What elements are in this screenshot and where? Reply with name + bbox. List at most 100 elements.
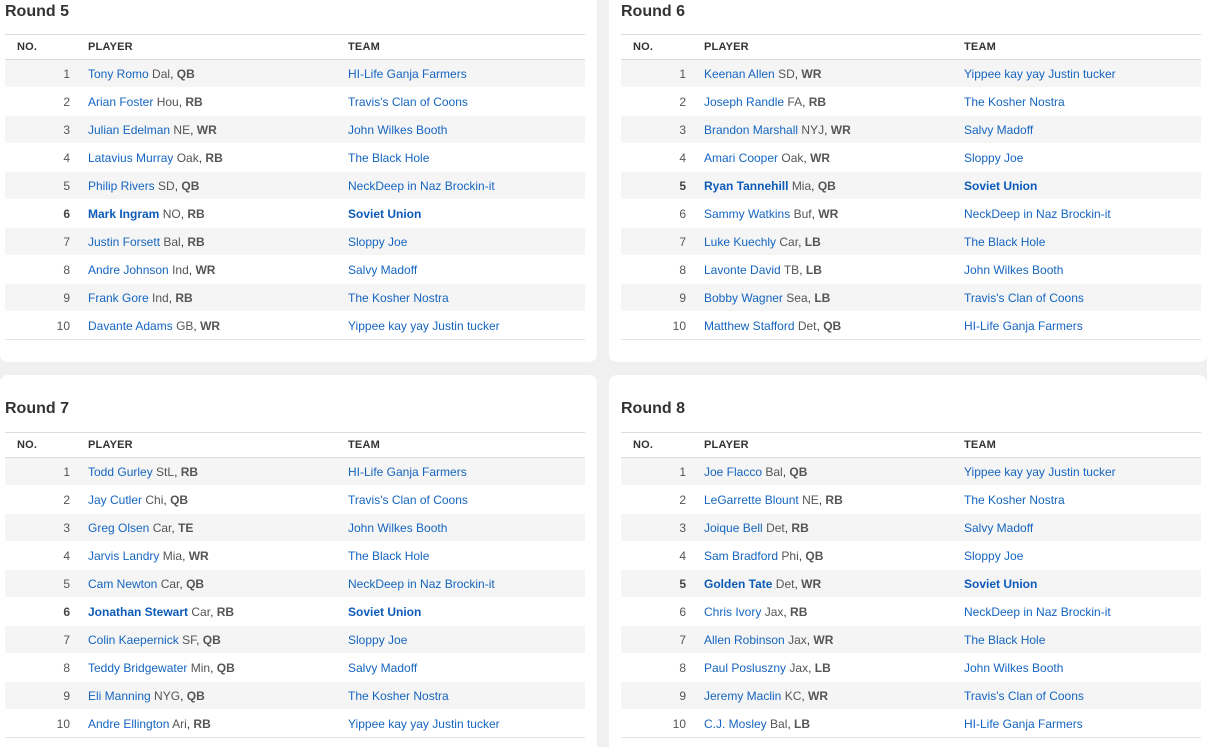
team-link[interactable]: NeckDeep in Naz Brockin-it [964, 605, 1111, 619]
player-link[interactable]: Golden Tate [704, 577, 772, 591]
team-link[interactable]: The Kosher Nostra [348, 291, 449, 305]
player-link[interactable]: Matthew Stafford [704, 319, 795, 333]
player-link[interactable]: C.J. Mosley [704, 717, 767, 731]
team-link[interactable]: Yippee kay yay Justin tucker [348, 319, 500, 333]
team-link[interactable]: The Kosher Nostra [964, 493, 1065, 507]
team-link[interactable]: Soviet Union [964, 179, 1037, 193]
team-link[interactable]: Travis's Clan of Coons [964, 291, 1084, 305]
header-row: NO. PLAYER TEAM [621, 432, 1201, 458]
player-link[interactable]: Teddy Bridgewater [88, 661, 187, 675]
player-link[interactable]: Amari Cooper [704, 151, 778, 165]
player-link[interactable]: Luke Kuechly [704, 235, 776, 249]
player-link[interactable]: Andre Ellington [88, 717, 169, 731]
team-link[interactable]: The Kosher Nostra [964, 95, 1065, 109]
player-position: RB [205, 150, 223, 165]
team-link[interactable]: The Black Hole [348, 151, 429, 165]
team-link[interactable]: Sloppy Joe [348, 235, 407, 249]
team-link[interactable]: HI-Life Ganja Farmers [964, 319, 1083, 333]
player-link[interactable]: Cam Newton [88, 577, 157, 591]
team-link[interactable]: HI-Life Ganja Farmers [348, 67, 467, 81]
team-link[interactable]: John Wilkes Booth [348, 123, 447, 137]
team-link[interactable]: Yippee kay yay Justin tucker [964, 67, 1116, 81]
player-link[interactable]: Davante Adams [88, 319, 173, 333]
team-link[interactable]: NeckDeep in Naz Brockin-it [348, 577, 495, 591]
team-link[interactable]: Yippee kay yay Justin tucker [964, 465, 1116, 479]
player-team-abbr: Min [190, 660, 211, 675]
table-row: 10 C.J. Mosley Bal, LB HI-Life Ganja Farme… [621, 709, 1201, 738]
team-link[interactable]: NeckDeep in Naz Brockin-it [348, 179, 495, 193]
team-link[interactable]: Salvy Madoff [964, 123, 1033, 137]
player-link[interactable]: Chris Ivory [704, 605, 761, 619]
player-link[interactable]: Ryan Tannehill [704, 179, 788, 193]
player-link[interactable]: Philip Rivers [88, 179, 155, 193]
team-link[interactable]: The Black Hole [964, 235, 1045, 249]
player-link[interactable]: Jeremy Maclin [704, 689, 781, 703]
team-link[interactable]: John Wilkes Booth [964, 263, 1063, 277]
player-link[interactable]: Julian Edelman [88, 123, 170, 137]
player-link[interactable]: Jonathan Stewart [88, 605, 188, 619]
player-link[interactable]: Todd Gurley [88, 465, 153, 479]
player-cell: Frank Gore Ind, RB [88, 283, 348, 312]
table-row: 3 Julian Edelman NE, WR John Wilkes Booth [5, 115, 585, 144]
team-link[interactable]: The Kosher Nostra [348, 689, 449, 703]
player-link[interactable]: Paul Posluszny [704, 661, 786, 675]
team-link[interactable]: NeckDeep in Naz Brockin-it [964, 207, 1111, 221]
round-title: Round 8 [621, 400, 685, 417]
player-link[interactable]: Brandon Marshall [704, 123, 798, 137]
table-row: 6 Chris Ivory Jax, RB NeckDeep in Naz Broc… [621, 597, 1201, 626]
team-link[interactable]: Sloppy Joe [348, 633, 407, 647]
pick-number: 10 [621, 311, 704, 340]
player-link[interactable]: Joique Bell [704, 521, 763, 535]
team-link[interactable]: Salvy Madoff [348, 263, 417, 277]
team-link[interactable]: Sloppy Joe [964, 151, 1023, 165]
team-link[interactable]: Soviet Union [348, 605, 421, 619]
player-link[interactable]: Tony Romo [88, 67, 149, 81]
team-link[interactable]: The Black Hole [348, 549, 429, 563]
player-link[interactable]: Sam Bradford [704, 549, 778, 563]
team-link[interactable]: Salvy Madoff [348, 661, 417, 675]
pick-number: 5 [621, 569, 704, 598]
team-link[interactable]: John Wilkes Booth [348, 521, 447, 535]
pick-number: 8 [5, 653, 88, 682]
player-link[interactable]: Bobby Wagner [704, 291, 783, 305]
player-link[interactable]: Lavonte David [704, 263, 781, 277]
player-link[interactable]: Eli Manning [88, 689, 151, 703]
player-link[interactable]: Joseph Randle [704, 95, 784, 109]
team-link[interactable]: Soviet Union [964, 577, 1037, 591]
team-cell: Soviet Union [348, 597, 585, 626]
player-link[interactable]: Andre Johnson [88, 263, 169, 277]
player-team-abbr: Car [160, 576, 180, 591]
player-link[interactable]: Mark Ingram [88, 207, 159, 221]
player-link[interactable]: Allen Robinson [704, 633, 785, 647]
team-link[interactable]: HI-Life Ganja Farmers [348, 465, 467, 479]
team-link[interactable]: Soviet Union [348, 207, 421, 221]
player-link[interactable]: Justin Forsett [88, 235, 160, 249]
team-link[interactable]: The Black Hole [964, 633, 1045, 647]
team-link[interactable]: John Wilkes Booth [964, 661, 1063, 675]
player-link[interactable]: Arian Foster [88, 95, 153, 109]
team-link[interactable]: Sloppy Joe [964, 549, 1023, 563]
player-position: WR [813, 632, 834, 647]
player-link[interactable]: LeGarrette Blount [704, 493, 799, 507]
round-panel: Round 5 NO. PLAYER TEAM 1 Tony Romo Dal, QB H… [0, 0, 597, 362]
draft-picks-table: NO. PLAYER TEAM 1 Keenan Allen SD, WR Yippee … [621, 34, 1201, 340]
player-link[interactable]: Frank Gore [88, 291, 149, 305]
player-link[interactable]: Latavius Murray [88, 151, 173, 165]
player-cell: Mark Ingram NO, RB [88, 199, 348, 228]
player-team-abbr: NO [162, 206, 181, 221]
pick-number: 4 [621, 143, 704, 172]
team-link[interactable]: Travis's Clan of Coons [348, 95, 468, 109]
player-link[interactable]: Jarvis Landry [88, 549, 159, 563]
player-link[interactable]: Keenan Allen [704, 67, 775, 81]
player-cell: C.J. Mosley Bal, LB [704, 709, 964, 738]
player-link[interactable]: Colin Kaepernick [88, 633, 179, 647]
player-link[interactable]: Sammy Watkins [704, 207, 790, 221]
player-link[interactable]: Greg Olsen [88, 521, 149, 535]
team-link[interactable]: Travis's Clan of Coons [348, 493, 468, 507]
team-link[interactable]: Yippee kay yay Justin tucker [348, 717, 500, 731]
team-link[interactable]: Travis's Clan of Coons [964, 689, 1084, 703]
player-link[interactable]: Joe Flacco [704, 465, 762, 479]
team-link[interactable]: HI-Life Ganja Farmers [964, 717, 1083, 731]
player-link[interactable]: Jay Cutler [88, 493, 142, 507]
team-link[interactable]: Salvy Madoff [964, 521, 1033, 535]
